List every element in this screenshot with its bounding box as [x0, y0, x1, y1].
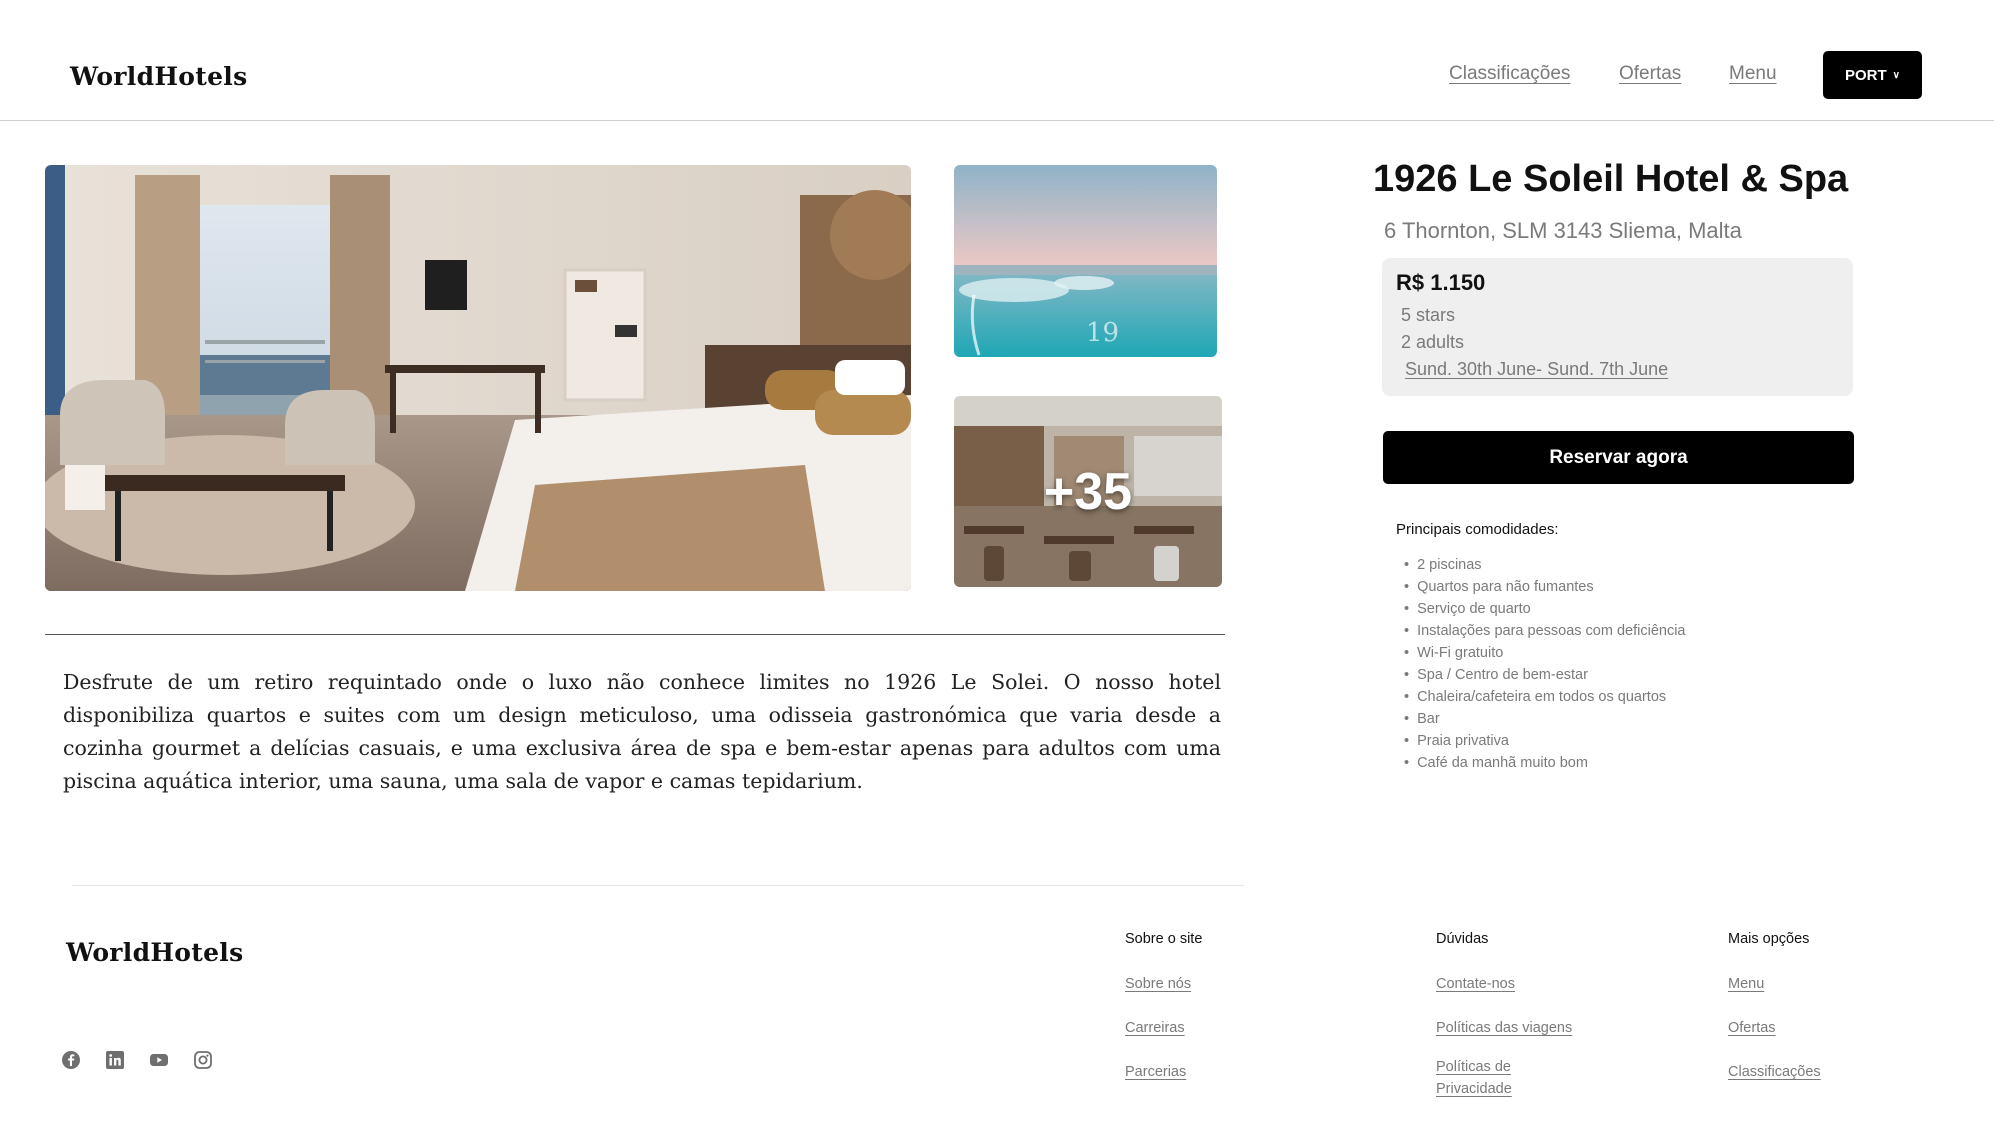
footer-link-politicas-viagens[interactable]: Políticas das viagens — [1436, 1017, 1572, 1039]
amenity-item: Bar — [1404, 708, 1685, 730]
date-range-link[interactable]: Sund. 30th June- Sund. 7th June — [1405, 359, 1668, 380]
guest-count: 2 adults — [1401, 332, 1465, 352]
content-divider — [45, 634, 1225, 635]
footer-divider — [72, 885, 1244, 886]
footer-logo[interactable]: WorldHotels — [66, 938, 243, 967]
footer-link-politicas-privacidade[interactable]: Políticas de Privacidade — [1436, 1056, 1556, 1100]
footer-link-sobre-nos[interactable]: Sobre nós — [1125, 973, 1191, 995]
pool-image: 19 — [954, 165, 1217, 357]
footer-link-contate-nos[interactable]: Contate-nos — [1436, 973, 1515, 995]
footer-link-ofertas[interactable]: Ofertas — [1728, 1017, 1776, 1039]
site-header: WorldHotels Classificações Ofertas Menu … — [0, 0, 1994, 121]
star-rating: 5 stars — [1401, 305, 1456, 325]
footer-column-title-sobre: Sobre o site — [1125, 931, 1203, 947]
linkedin-icon[interactable] — [105, 1050, 125, 1070]
footer-link-classificacoes[interactable]: Classificações — [1728, 1061, 1821, 1083]
language-button[interactable]: PORT ∨ — [1823, 51, 1922, 99]
room-image — [45, 165, 911, 591]
instagram-icon[interactable] — [193, 1050, 213, 1070]
footer-column-title-duvidas: Dúvidas — [1436, 931, 1489, 947]
book-now-button[interactable]: Reservar agora — [1383, 431, 1854, 484]
nav-link-menu[interactable]: Menu — [1729, 63, 1777, 85]
nav-link-ofertas[interactable]: Ofertas — [1619, 63, 1681, 85]
youtube-icon[interactable] — [149, 1050, 169, 1070]
hotel-name: 1926 Le Soleil Hotel & Spa — [1373, 158, 1849, 200]
amenity-item: 2 piscinas — [1404, 554, 1685, 576]
amenity-item: Chaleira/cafeteira em todos os quartos — [1404, 686, 1685, 708]
language-label: PORT — [1845, 66, 1887, 84]
footer-column-title-mais-opcoes: Mais opções — [1728, 931, 1810, 947]
more-photos-count: +35 — [1043, 462, 1133, 521]
site-logo[interactable]: WorldHotels — [70, 62, 247, 91]
facebook-icon[interactable] — [61, 1050, 81, 1070]
nav-link-classificacoes[interactable]: Classificações — [1449, 63, 1570, 85]
restaurant-photo-more[interactable]: +35 — [954, 396, 1222, 587]
amenity-item: Instalações para pessoas com deficiência — [1404, 620, 1685, 642]
amenity-item: Serviço de quarto — [1404, 598, 1685, 620]
footer-link-menu[interactable]: Menu — [1728, 973, 1764, 995]
price: R$ 1.150 — [1396, 270, 1486, 295]
amenity-item: Spa / Centro de bem-estar — [1404, 664, 1685, 686]
svg-text:19: 19 — [1086, 318, 1119, 348]
footer-link-parcerias[interactable]: Parcerias — [1125, 1061, 1186, 1083]
booking-summary: R$ 1.150 5 stars 2 adults Sund. 30th Jun… — [1382, 258, 1853, 396]
amenities-title: Principais comodidades: — [1396, 521, 1559, 538]
footer-link-carreiras[interactable]: Carreiras — [1125, 1017, 1185, 1039]
amenities-list: 2 piscinas Quartos para não fumantes Ser… — [1404, 554, 1685, 774]
hotel-address: 6 Thornton, SLM 3143 Sliema, Malta — [1384, 218, 1742, 243]
hotel-description: Desfrute de um retiro requintado onde o … — [63, 670, 1221, 793]
amenity-item: Praia privativa — [1404, 730, 1685, 752]
main-room-photo[interactable] — [45, 165, 911, 591]
amenity-item: Café da manhã muito bom — [1404, 752, 1685, 774]
chevron-down-icon: ∨ — [1892, 69, 1900, 81]
amenity-item: Quartos para não fumantes — [1404, 576, 1685, 598]
pool-photo[interactable]: 19 — [954, 165, 1217, 357]
amenity-item: Wi-Fi gratuito — [1404, 642, 1685, 664]
